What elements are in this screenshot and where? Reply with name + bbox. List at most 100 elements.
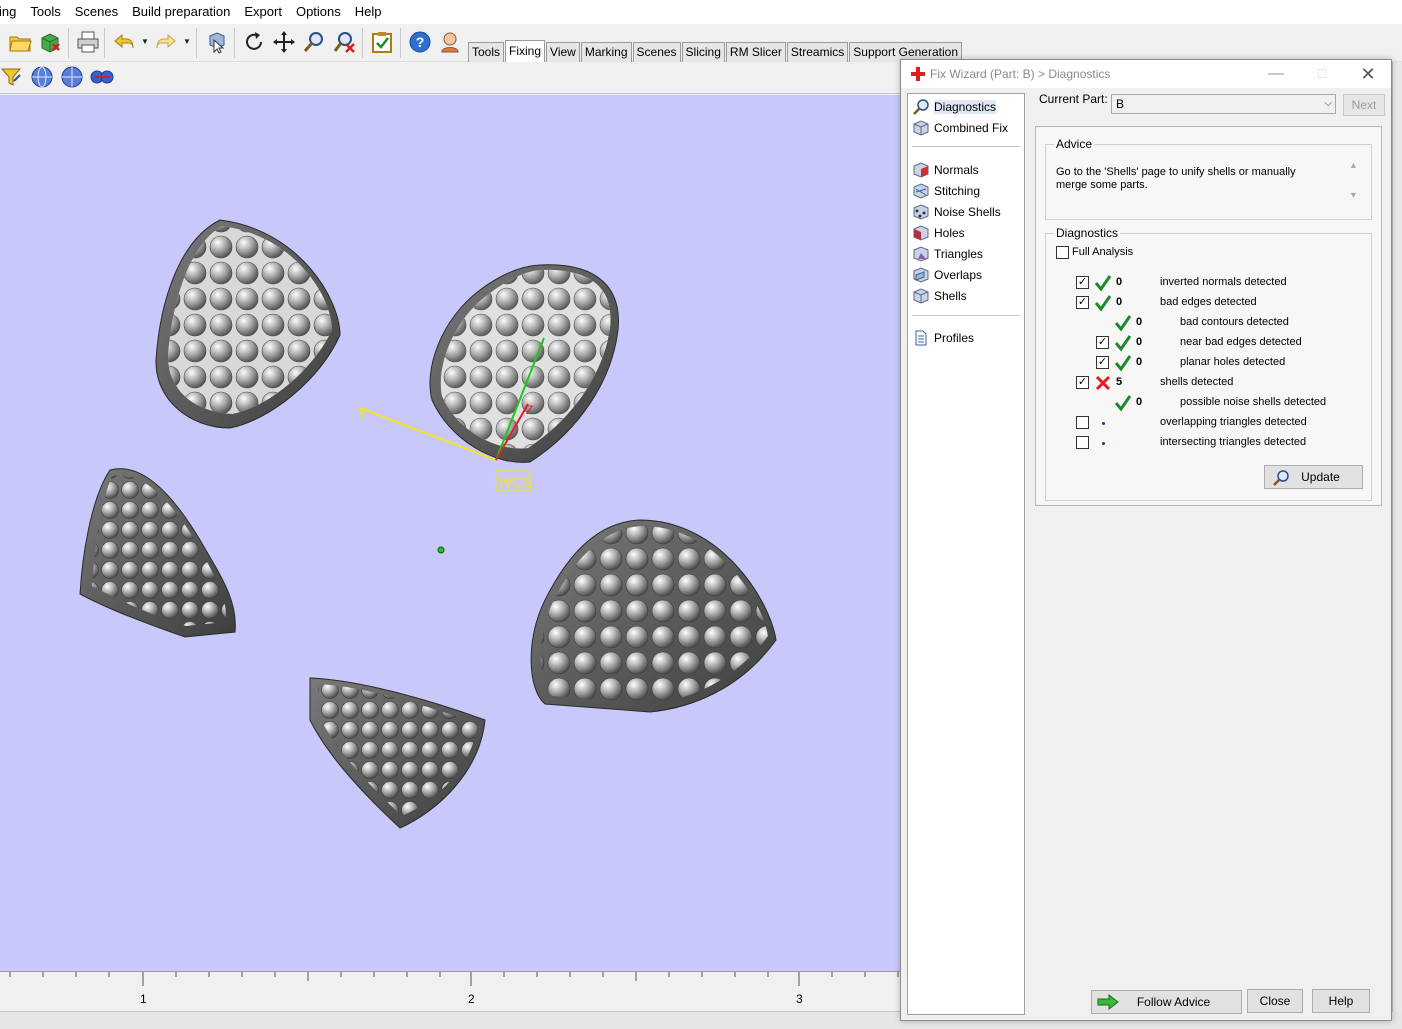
triangles-cube-icon <box>913 246 929 262</box>
nav-item-combined-fix[interactable]: Combined Fix <box>912 118 1008 138</box>
close-icon[interactable]: ✕ <box>1345 60 1391 88</box>
zoom-fit-icon[interactable] <box>330 28 358 56</box>
nav-item-triangles[interactable]: Triangles <box>912 244 983 264</box>
svg-text:?: ? <box>416 34 425 50</box>
tab-view[interactable]: View <box>546 42 580 62</box>
menu-item-tools[interactable]: Tools <box>23 0 67 24</box>
tab-scenes[interactable]: Scenes <box>632 42 681 62</box>
tab-fixing[interactable]: Fixing <box>505 40 546 62</box>
current-part-select[interactable]: B ⌵ <box>1111 94 1336 114</box>
redo-dropdown-icon[interactable]: ▼ <box>182 28 192 56</box>
menu-item-build-preparation[interactable]: Build preparation <box>125 0 237 24</box>
3d-viewport[interactable]: WCS Y Z <box>0 95 900 971</box>
axis-z-label: Z <box>526 403 533 417</box>
menu-item-options[interactable]: Options <box>289 0 348 24</box>
sphere-section-icon[interactable] <box>58 63 86 91</box>
redo-icon[interactable] <box>152 28 180 56</box>
tab-streamics[interactable]: Streamics <box>786 42 849 62</box>
add-part-icon[interactable] <box>36 28 64 56</box>
nav-item-stitching[interactable]: Stitching <box>912 181 980 201</box>
undo-dropdown-icon[interactable]: ▼ <box>140 28 150 56</box>
menu-item-export[interactable]: Export <box>237 0 289 24</box>
shells-checkbox[interactable]: ✓ <box>1076 376 1089 389</box>
bad-edges-checkbox[interactable]: ✓ <box>1076 296 1089 309</box>
nav-item-label: Overlaps <box>934 268 983 282</box>
scroll-up-icon[interactable]: ▲ <box>1349 160 1358 170</box>
inverted-normals-checkbox[interactable]: ✓ <box>1076 276 1089 289</box>
part-model-b[interactable] <box>429 264 619 463</box>
close-button[interactable]: Close <box>1247 989 1303 1013</box>
follow-advice-button[interactable]: Follow Advice <box>1091 990 1242 1014</box>
right-scrollbar[interactable] <box>1392 62 1402 1012</box>
red-cross-icon <box>911 67 925 81</box>
nav-item-normals[interactable]: Normals <box>912 160 979 180</box>
near-bad-edges-checkbox[interactable]: ✓ <box>1096 336 1109 349</box>
rotation-center-marker <box>437 546 445 554</box>
planar-holes-checkbox[interactable]: ✓ <box>1096 356 1109 369</box>
part-model[interactable] <box>79 468 236 638</box>
nav-item-label: Profiles <box>934 331 975 345</box>
help-button[interactable]: Help <box>1312 989 1370 1013</box>
nav-item-label: Noise Shells <box>934 205 1001 219</box>
filter-icon[interactable] <box>0 63 26 91</box>
nav-item-label: Combined Fix <box>934 121 1009 135</box>
undo-icon[interactable] <box>110 28 138 56</box>
open-folder-icon[interactable] <box>6 28 34 56</box>
intersecting-triangles-checkbox[interactable] <box>1076 436 1089 449</box>
bad-edges-label: bad edges detected <box>1160 296 1257 308</box>
minimize-icon[interactable]: — <box>1253 60 1299 88</box>
profiles-document-icon <box>915 330 927 346</box>
tab-marking[interactable]: Marking <box>580 42 632 62</box>
sphere-view-icon[interactable] <box>28 63 56 91</box>
nav-item-label: Triangles <box>934 247 983 261</box>
overlapping-triangles-checkbox[interactable] <box>1076 416 1089 429</box>
bad-contours-label: bad contours detected <box>1180 316 1289 328</box>
check-ok-icon <box>1114 335 1132 352</box>
scroll-down-icon[interactable]: ▼ <box>1349 190 1358 200</box>
follow-advice-label: Follow Advice <box>1136 995 1211 1009</box>
part-model[interactable] <box>309 677 486 829</box>
print-icon[interactable] <box>74 28 102 56</box>
next-button: Next <box>1343 94 1385 116</box>
tab-rm-slicer[interactable]: RM Slicer <box>725 42 786 62</box>
shells-count: 5 <box>1116 376 1123 388</box>
help-icon[interactable]: ? <box>406 28 434 56</box>
assistant-icon[interactable] <box>436 28 464 56</box>
dialog-titlebar[interactable]: Fix Wizard (Part: B) > Diagnostics — ☐ ✕ <box>901 60 1391 88</box>
menu-item-help[interactable]: Help <box>348 0 389 24</box>
normals-cube-icon <box>913 162 929 178</box>
nav-item-profiles[interactable]: Profiles <box>912 328 974 348</box>
part-model[interactable] <box>530 519 777 713</box>
combined-fix-cube-icon <box>913 120 929 136</box>
nav-item-diagnostics[interactable]: Diagnostics <box>912 97 997 117</box>
axis-y-label: Y <box>358 405 368 421</box>
nav-item-holes[interactable]: Holes <box>912 223 965 243</box>
nav-item-overlaps[interactable]: Overlaps <box>912 265 982 285</box>
bad-edges-count: 0 <box>1116 296 1123 308</box>
maximize-icon: ☐ <box>1316 67 1328 81</box>
tab-slicing[interactable]: Slicing <box>681 42 725 62</box>
scene-canvas: WCS Y Z <box>79 219 777 829</box>
overlaps-cube-icon <box>913 267 929 283</box>
rotate-icon[interactable] <box>240 28 268 56</box>
nav-item-noise-shells[interactable]: Noise Shells <box>912 202 1001 222</box>
tab-tools[interactable]: Tools <box>468 42 505 62</box>
check-ok-icon <box>1094 275 1112 292</box>
pending-dot-icon <box>1102 422 1105 425</box>
update-button[interactable]: Update <box>1264 465 1363 489</box>
zoom-icon[interactable] <box>300 28 328 56</box>
part-model[interactable] <box>155 219 341 429</box>
menu-item-scenes[interactable]: Scenes <box>68 0 125 24</box>
nav-item-shells[interactable]: Shells <box>912 286 967 306</box>
advice-scrollbar[interactable]: ▲ ▼ <box>1347 160 1361 208</box>
check-ok-icon <box>1114 315 1132 332</box>
full-analysis-checkbox[interactable] <box>1056 246 1069 259</box>
menu-item-partial[interactable]: ing <box>0 0 23 24</box>
link-icon[interactable] <box>88 63 116 91</box>
current-part-value: B <box>1116 97 1125 111</box>
select-part-icon[interactable] <box>202 28 230 56</box>
planar-holes-label: planar holes detected <box>1180 356 1286 368</box>
pan-icon[interactable] <box>270 28 298 56</box>
check-ok-icon <box>1114 355 1132 372</box>
checklist-icon[interactable] <box>368 28 396 56</box>
